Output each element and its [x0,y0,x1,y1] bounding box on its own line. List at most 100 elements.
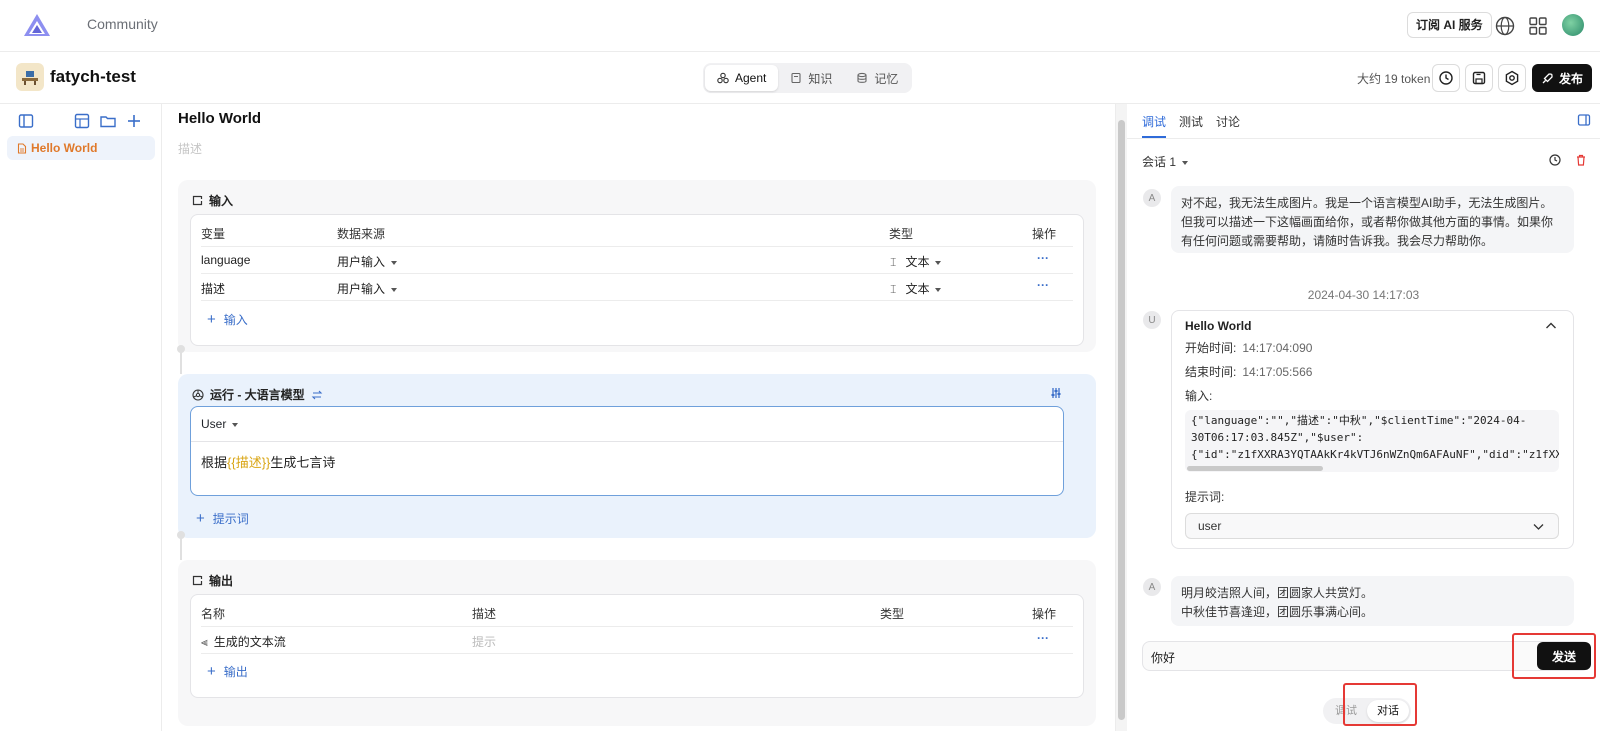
tab-memory[interactable]: 记忆 [844,65,910,91]
trace-input-json[interactable]: {"language":"","描述":"中秋","$clientTime":"… [1185,410,1559,472]
publish-label: 发布 [1558,71,1583,86]
new-folder-icon[interactable] [99,112,117,130]
assistant-message: 明月皎洁照人间，团圆家人共赏灯。 中秋佳节喜逢迎，团圆乐事满心间。 [1171,576,1574,626]
reply-line: 明月皎洁照人间，团圆家人共赏灯。 [1181,586,1374,600]
more-actions-button[interactable]: ··· [1037,251,1049,265]
user-avatar[interactable] [1562,14,1584,36]
apps-grid-icon[interactable] [1527,15,1549,37]
scrollbar-thumb[interactable] [1118,120,1125,720]
input-source-select[interactable]: 用户输入 [337,280,398,297]
tab-debug[interactable]: 调试 [1142,113,1166,130]
col-description: 描述 [472,607,497,621]
toggle-sidebar-icon[interactable] [17,112,35,130]
more-actions-button[interactable]: ··· [1037,631,1049,645]
tab-agent[interactable]: Agent [705,65,779,91]
file-icon [17,142,27,154]
chat-messages: A 对不起，我无法生成图片。我是一个语言模型AI助手，无法生成图片。但我可以描述… [1127,180,1600,626]
trash-icon[interactable] [1574,153,1588,167]
file-sidebar: Hello World [0,104,162,731]
chevron-down-icon [1182,160,1189,165]
publish-button[interactable]: 发布 [1532,64,1592,92]
json-line: 30T06:17:03.845Z","$user": [1191,431,1364,444]
add-input-label: 输入 [223,313,248,327]
history-icon[interactable] [1548,153,1562,167]
token-count: 大约 19 token [1357,72,1431,86]
history-button[interactable] [1432,64,1460,92]
user-avatar: U [1143,311,1161,329]
assistant-avatar: A [1143,578,1161,596]
input-section-title: 输入 [209,194,234,208]
chevron-down-icon [935,260,942,265]
col-source: 数据来源 [337,227,386,241]
more-actions-button[interactable]: ··· [1037,278,1049,292]
settings-button[interactable] [1498,64,1526,92]
input-var-name[interactable]: language [201,253,250,267]
prompt-text[interactable]: 根据{{描述}}生成七言诗 [201,452,335,471]
tab-test[interactable]: 测试 [1179,113,1203,130]
add-output-button[interactable]: + 输出 [207,663,248,680]
divider [201,653,1073,654]
input-type-select[interactable]: 𝙸 文本 [889,280,942,297]
col-name: 名称 [201,607,226,621]
trace-prompt-select[interactable]: user [1185,513,1559,539]
project-mode-tabs: Agent 知识 记忆 [703,63,913,93]
tab-agent-label: Agent [735,71,767,85]
divider [201,300,1073,301]
chevron-down-icon [1533,524,1544,530]
new-file-icon[interactable] [73,112,91,130]
prompt-editor[interactable]: User 根据{{描述}}生成七言诗 [190,406,1064,496]
divider [201,626,1073,627]
output-description-field[interactable]: 提示 [472,633,496,650]
tab-knowledge-label: 知识 [808,71,833,86]
subscribe-ai-button[interactable]: 订阅 AI 服务 [1407,12,1492,38]
chevron-up-icon[interactable] [1545,321,1557,331]
globe-icon[interactable] [1494,15,1516,37]
horizontal-scrollbar[interactable] [1187,466,1323,471]
tune-icon[interactable] [1050,387,1062,399]
input-source-select[interactable]: 用户输入 [337,253,398,270]
swap-icon[interactable] [311,389,323,401]
input-var-name[interactable]: 描述 [201,280,225,297]
output-name[interactable]: ⫷ 生成的文本流 [201,633,286,650]
text-cursor-icon: 𝙸 [889,282,898,296]
add-prompt-button[interactable]: + 提示词 [196,510,249,527]
flow-connector [180,538,182,560]
add-icon[interactable] [125,112,143,130]
plus-icon: + [196,510,205,527]
save-icon [1472,71,1486,85]
history-icon [1439,71,1453,85]
assistant-message: 对不起，我无法生成图片。我是一个语言模型AI助手，无法生成图片。但我可以描述一下… [1171,186,1574,253]
session-select[interactable]: 会话 1 [1142,153,1189,170]
database-icon [857,72,867,83]
tab-memory-label: 记忆 [874,71,899,86]
tab-knowledge[interactable]: 知识 [778,65,844,91]
input-type-select[interactable]: 𝙸 文本 [889,253,942,270]
agent-title[interactable]: Hello World [178,110,261,127]
run-section-header: 运行 - 大语言模型 [192,386,323,403]
add-input-button[interactable]: + 输入 [207,311,248,328]
plus-icon: + [207,663,216,680]
project-name[interactable]: fatych-test [50,67,136,87]
logo-icon[interactable] [22,12,52,38]
prompt-suffix: 生成七言诗 [270,455,336,470]
editor-scrollbar[interactable] [1115,104,1127,731]
highlight-box [1343,683,1417,726]
col-type: 类型 [880,607,905,621]
model-icon [192,388,204,401]
chevron-down-icon [391,287,398,292]
output-table: 名称 描述 类型 操作 ⫷ 生成的文本流 提示 ··· + 输出 [190,594,1084,698]
add-output-label: 输出 [223,665,248,679]
desk-icon [22,71,38,85]
brand-community[interactable]: Community [87,16,158,32]
prompt-variable: {{描述}} [227,455,271,470]
flow-connector-dot [177,531,185,539]
sidebar-item-hello-world[interactable]: Hello World [7,136,155,160]
agent-description[interactable]: 描述 [178,140,202,157]
save-button[interactable] [1465,64,1493,92]
tab-discuss[interactable]: 讨论 [1216,113,1240,130]
role-select[interactable]: User [201,417,239,431]
flow-connector [180,352,182,374]
chat-input[interactable] [1151,647,1501,667]
trace-card: Hello World 开始时间: 14:17:04:090 结束时间: 14:17… [1171,310,1574,549]
panel-toggle-icon[interactable] [1577,113,1591,127]
